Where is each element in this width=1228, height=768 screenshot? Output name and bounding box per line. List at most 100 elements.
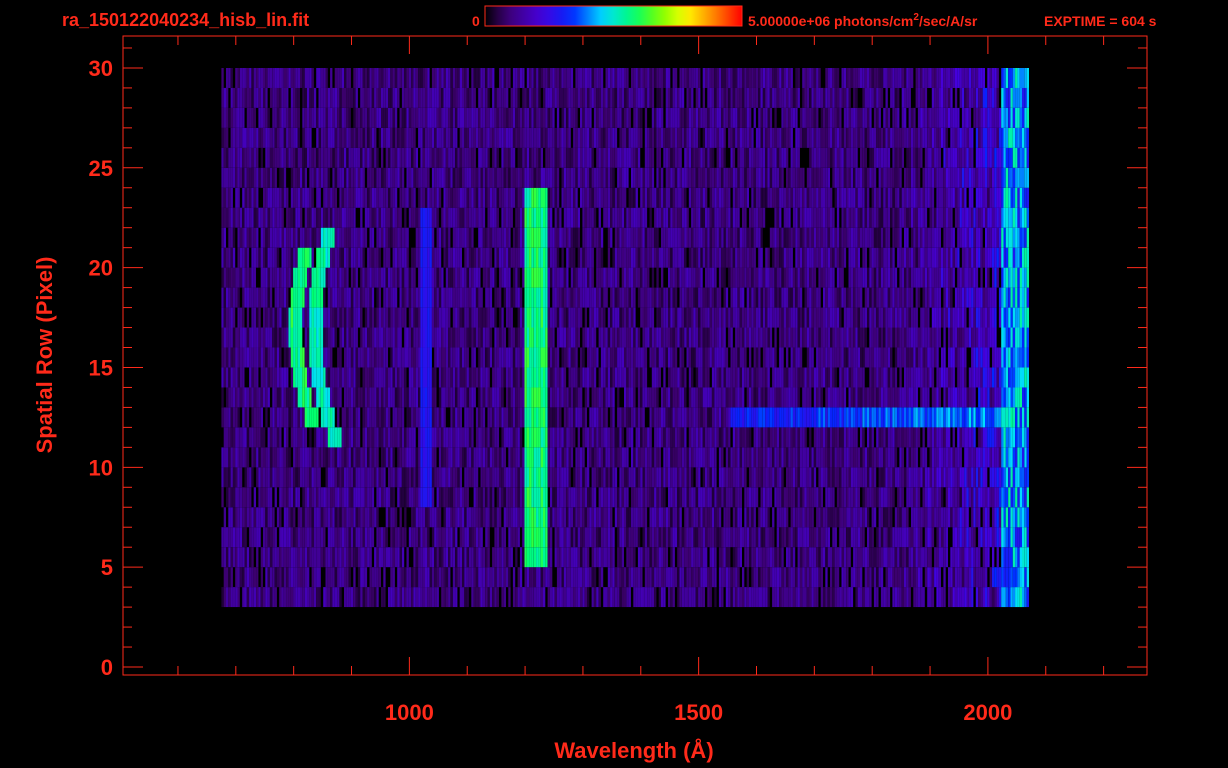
heatmap-cell [705,487,708,508]
heatmap-cell [647,327,650,348]
heatmap-cell [1022,547,1025,568]
heatmap-cell [226,327,229,348]
heatmap-cell [864,407,868,428]
heatmap-cell [554,527,557,548]
heatmap-cell [438,487,442,508]
heatmap-cell [348,307,351,328]
heatmap-cell [367,427,370,448]
heatmap-cell [512,567,516,588]
heatmap-cell [1012,487,1016,508]
heatmap-cell [570,387,574,408]
heatmap-cell [330,527,333,548]
heatmap-cell [656,567,659,588]
heatmap-cell [355,287,358,308]
heatmap-cell [693,567,696,588]
heatmap-cell [1015,367,1018,388]
heatmap-cell [334,307,338,328]
heatmap-cell [466,347,469,368]
heatmap-cell [577,447,581,468]
heatmap-cell [950,327,953,348]
heatmap-cell [538,307,541,328]
heatmap-cell [325,407,328,428]
heatmap-cell [686,407,689,428]
heatmap-cell [938,447,942,468]
heatmap-cell [531,367,534,388]
heatmap-cell [755,547,759,568]
heatmap-cell [857,487,861,508]
heatmap-cell [848,507,851,528]
heatmap-cell [767,487,770,508]
heatmap-cell [945,507,949,528]
heatmap-cell [637,347,641,368]
heatmap-cell [371,367,375,388]
heatmap-cell [985,327,988,348]
heatmap-cell [246,567,250,588]
heatmap-cell [869,567,872,588]
heatmap-cell [556,427,560,448]
heatmap-cell [466,307,469,328]
heatmap-cell [508,507,511,528]
heatmap-cell [510,407,513,428]
heatmap-cell [1010,487,1013,508]
heatmap-cell [300,527,303,548]
heatmap-cell [816,367,819,388]
heatmap-cell [517,567,520,588]
heatmap-cell [1012,567,1016,588]
heatmap-cell [779,507,782,528]
heatmap-cell [330,287,333,308]
heatmap-cell [744,367,747,388]
heatmap-cell [688,447,692,468]
heatmap-cell [344,287,347,308]
heatmap-cell [832,487,835,508]
heatmap-cell [950,447,953,468]
heatmap-cell [732,307,736,328]
heatmap-cell [994,447,997,468]
heatmap-cell [346,547,349,568]
heatmap-cell [431,327,435,348]
heatmap-cell [274,447,277,468]
heatmap-cell [628,327,631,348]
heatmap-cell [707,367,710,388]
heatmap-cell [341,487,345,508]
heatmap-cell [637,407,641,428]
heatmap-cell [806,567,810,588]
heatmap-cell [654,547,657,568]
heatmap-cell [318,567,321,588]
heatmap-cell [728,367,731,388]
heatmap-cell [714,507,717,528]
heatmap-cell [818,447,821,468]
heatmap-cell [425,407,428,428]
heatmap-cell [913,567,916,588]
heatmap-cell [478,307,481,328]
heatmap-cell [598,327,601,348]
heatmap-cell [267,447,270,468]
heatmap-cell [575,447,578,468]
heatmap-cell [716,387,719,408]
heatmap-cell [642,407,645,428]
heatmap-cell [751,547,754,568]
heatmap-cell [346,407,349,428]
heatmap-cell [742,347,745,368]
heatmap-cell [575,507,578,528]
heatmap-cell [707,467,710,488]
heatmap-cell [276,367,280,388]
heatmap-cell [297,547,301,568]
heatmap-cell [473,487,476,508]
heatmap-cell [475,487,479,508]
heatmap-cell [420,547,423,568]
heatmap-cell [610,367,613,388]
heatmap-cell [304,487,308,508]
heatmap-cell [330,407,333,428]
heatmap-cell [684,387,687,408]
heatmap-cell [917,407,921,428]
heatmap-cell [760,447,763,468]
heatmap-cell [654,467,657,488]
heatmap-cell [936,487,939,508]
heatmap-cell [295,387,298,408]
heatmap-cell [830,487,833,508]
heatmap-cell [232,327,236,348]
heatmap-cell [656,547,659,568]
heatmap-cell [381,487,384,508]
heatmap-cell [869,547,872,568]
heatmap-cell [1022,407,1025,428]
